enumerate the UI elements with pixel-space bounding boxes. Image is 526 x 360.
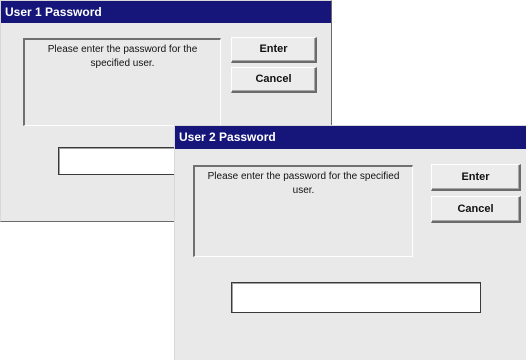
cancel-button[interactable]: Cancel [231,67,317,93]
password-input[interactable] [231,282,481,313]
message-box: Please enter the password for the specif… [193,165,413,257]
user-2-password-dialog: User 2 Password Please enter the passwor… [174,125,526,360]
enter-button[interactable]: Enter [431,164,521,191]
dialog-title: User 1 Password [1,1,331,23]
dialog-title: User 2 Password [175,126,526,149]
message-box: Please enter the password for the specif… [23,38,221,126]
cancel-button[interactable]: Cancel [431,196,521,223]
enter-button[interactable]: Enter [231,37,317,63]
